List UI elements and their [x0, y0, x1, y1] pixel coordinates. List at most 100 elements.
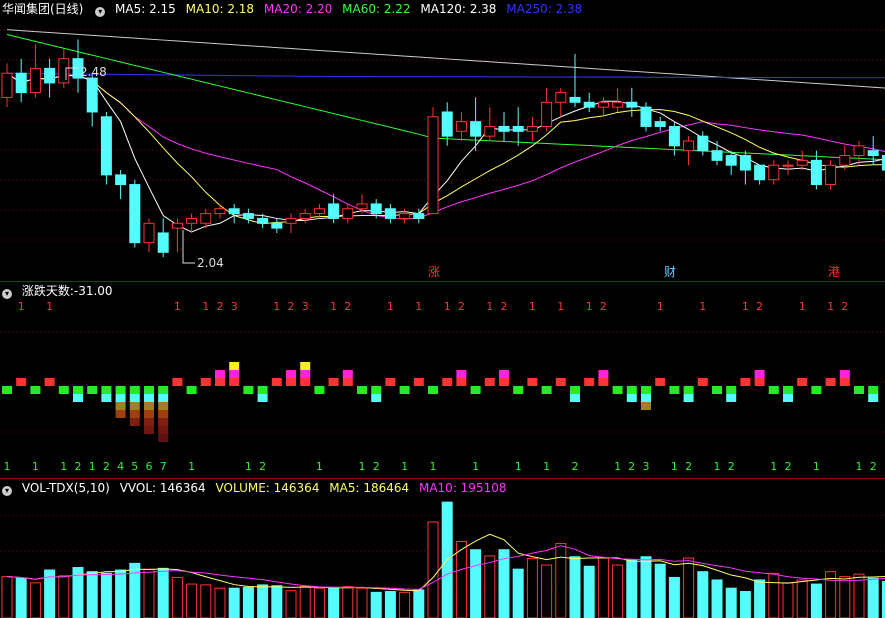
streak-block	[683, 394, 694, 402]
candle	[796, 159, 808, 166]
volume-label: VOLUME: 146364	[215, 481, 320, 495]
streak-block	[499, 370, 509, 378]
streak-block	[754, 378, 765, 386]
volume-bar	[157, 567, 169, 618]
streak-count-label: 1	[770, 460, 777, 473]
streak-block	[129, 386, 140, 394]
volume-bar	[683, 557, 695, 618]
streak-count-label: 2	[870, 460, 877, 473]
candle	[285, 217, 297, 224]
streak-count-label: 1	[188, 460, 195, 473]
ma5-label: MA5: 2.15	[115, 2, 176, 16]
volume-bar	[796, 579, 808, 618]
streak-block	[158, 426, 169, 434]
candle	[370, 203, 382, 215]
candle	[257, 217, 269, 224]
streak-block	[300, 378, 311, 386]
streak-count-label: 2	[501, 300, 508, 313]
volume-bar	[512, 568, 524, 618]
price-panel[interactable]: 华闻集团(日线) ▾ MA5: 2.15 MA10: 2.18 MA20: 2.…	[0, 0, 885, 282]
high-price-label: 2.48	[80, 65, 107, 79]
streak-count-label: 1	[714, 460, 721, 473]
streak-block	[811, 386, 822, 394]
streak-count-label: 3	[643, 460, 650, 473]
volume-bar	[697, 571, 709, 618]
streak-block	[754, 370, 765, 378]
candle	[157, 232, 169, 253]
candle	[427, 116, 439, 215]
chevron-down-icon[interactable]: ▾	[2, 486, 12, 496]
streak-count-label: 1	[273, 300, 280, 313]
streak-count-label: 2	[344, 300, 351, 313]
chevron-down-icon[interactable]: ▾	[2, 289, 12, 299]
streak-count-label: 1	[32, 460, 39, 473]
candle	[867, 150, 879, 157]
candle	[44, 67, 56, 84]
streak-count-label: 1	[18, 300, 25, 313]
volume-bar	[15, 577, 27, 618]
volume-bar	[356, 587, 368, 618]
volume-title: VOL-TDX(5,10)	[21, 481, 110, 495]
volume-bar	[839, 576, 851, 618]
volume-bar	[470, 549, 482, 618]
streak-block	[144, 426, 154, 434]
streak-count-label: 1	[444, 300, 451, 313]
candle	[512, 125, 524, 132]
volume-panel[interactable]: ▾ VOL-TDX(5,10) VVOL: 146364 VOLUME: 146…	[0, 479, 885, 618]
streak-block	[200, 378, 211, 386]
streak-block	[385, 378, 396, 386]
streak-count-label: 1	[586, 300, 593, 313]
streak-block	[271, 378, 282, 386]
streak-block	[257, 386, 268, 394]
streak-block	[144, 386, 154, 394]
streak-count-label: 1	[415, 300, 422, 313]
streak-count-label: 1	[316, 460, 323, 473]
event-marker-finance[interactable]: 财	[664, 263, 676, 280]
streak-block	[726, 394, 737, 402]
volume-bar	[867, 577, 879, 618]
candle	[640, 106, 652, 127]
streak-block	[30, 386, 41, 394]
streak-count-label: 1	[557, 300, 564, 313]
volume-bar	[455, 540, 467, 618]
streak-block	[342, 370, 353, 378]
streak-block	[158, 410, 169, 418]
streak-count-label: 2	[728, 460, 735, 473]
candle	[86, 77, 98, 113]
streak-block	[115, 386, 126, 394]
candle	[29, 67, 41, 94]
streak-block	[783, 394, 793, 402]
streak-count-label: 1	[401, 460, 408, 473]
vvol-label: VVOL: 146364	[119, 481, 206, 495]
streak-count-label: 2	[75, 460, 82, 473]
candle	[470, 121, 482, 137]
event-marker-hk[interactable]: 港	[828, 263, 840, 280]
chevron-down-icon[interactable]: ▾	[95, 7, 106, 17]
streak-block	[712, 386, 722, 394]
streak-panel[interactable]: 1111121245671112312123112121111121121111…	[0, 282, 885, 478]
candle	[200, 213, 212, 224]
volume-bar	[583, 565, 595, 618]
streak-count-label: 1	[486, 300, 493, 313]
candle	[484, 125, 496, 137]
volume-bar	[612, 564, 624, 618]
candle	[413, 213, 425, 219]
volume-bar	[313, 587, 325, 618]
candle	[825, 164, 837, 186]
volume-bar	[171, 576, 183, 618]
streak-count-label: 1	[614, 460, 621, 473]
streak-block	[215, 378, 225, 386]
streak-count-label: 6	[146, 460, 153, 473]
event-marker-rise[interactable]: 涨	[428, 263, 440, 280]
streak-block	[16, 378, 27, 386]
streak-block	[144, 418, 154, 426]
volume-bar	[810, 583, 822, 618]
price-chart[interactable]	[0, 0, 885, 282]
volume-chart[interactable]	[0, 479, 885, 618]
volume-bar	[739, 591, 751, 618]
candle	[299, 213, 311, 219]
streak-chart[interactable]: 11111 2 1 2 4 5 6 7111 2 31 21 2 311 21 211111 211 21111…	[0, 282, 885, 478]
streak-block	[257, 394, 268, 402]
volume-bar	[1, 576, 13, 618]
volume-bar	[782, 582, 794, 618]
